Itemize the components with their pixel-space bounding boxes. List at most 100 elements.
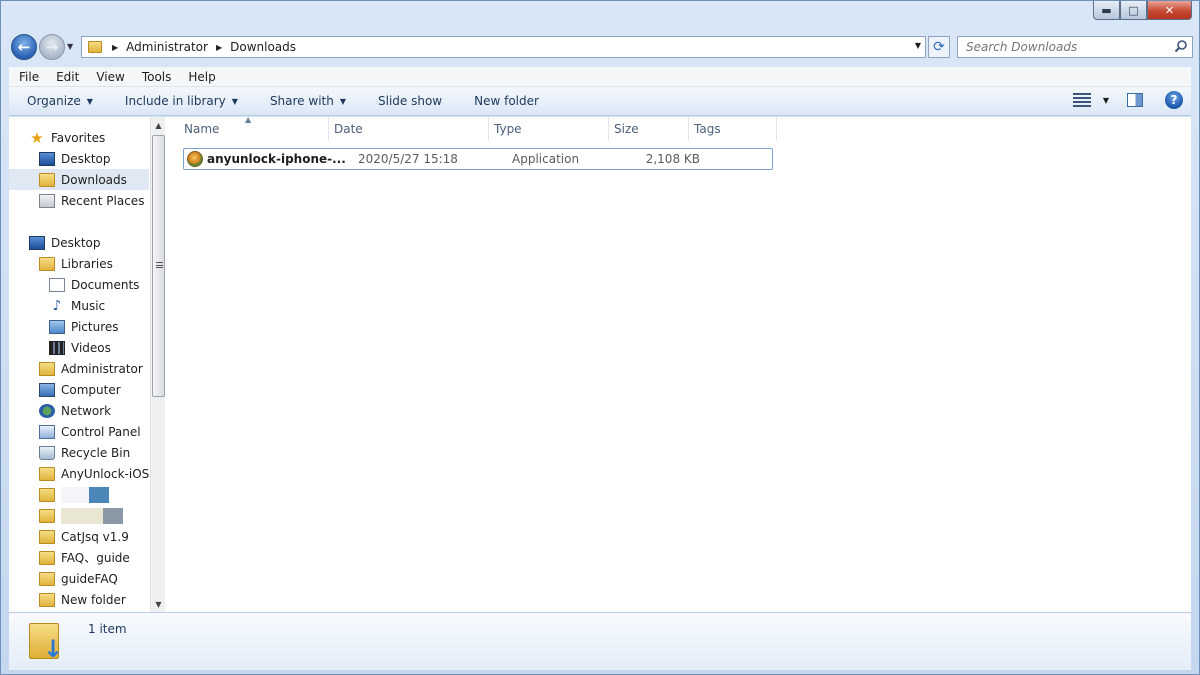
nav-favorites[interactable]: ★ Favorites bbox=[9, 127, 149, 148]
scrollbar-thumb[interactable] bbox=[152, 135, 165, 397]
back-button[interactable]: ← bbox=[11, 34, 37, 60]
star-icon: ★ bbox=[30, 128, 44, 147]
maximize-button[interactable]: □ bbox=[1120, 1, 1147, 20]
preview-pane-icon[interactable] bbox=[1127, 93, 1143, 107]
folder-icon bbox=[39, 592, 55, 607]
view-options-dropdown-icon[interactable]: ▼ bbox=[1103, 96, 1109, 105]
nav-folder-catjsq[interactable]: CatJsq v1.9 bbox=[9, 526, 149, 547]
nav-item-label: guideFAQ bbox=[61, 571, 118, 586]
share-with-button[interactable]: Share with ▼ bbox=[252, 94, 360, 108]
refresh-icon: ⟳ bbox=[933, 39, 945, 55]
refresh-button[interactable]: ⟳ bbox=[928, 36, 950, 58]
folder-icon bbox=[39, 508, 55, 523]
pictures-icon bbox=[49, 319, 65, 334]
help-icon[interactable]: ? bbox=[1165, 91, 1183, 109]
nav-favorite-desktop[interactable]: Desktop bbox=[9, 148, 149, 169]
nav-item-label: Downloads bbox=[61, 172, 127, 187]
change-view-icon[interactable] bbox=[1072, 93, 1091, 107]
nav-libraries[interactable]: Libraries bbox=[9, 253, 149, 274]
nav-desktop[interactable]: Desktop bbox=[9, 232, 149, 253]
column-header-name[interactable]: ▲ Name bbox=[179, 115, 329, 141]
nav-favorite-downloads[interactable]: Downloads bbox=[9, 169, 149, 190]
search-icon[interactable] bbox=[1174, 39, 1188, 53]
details-pane: ↓ 1 item bbox=[9, 612, 1191, 670]
search-box[interactable] bbox=[957, 36, 1193, 58]
column-header-label: Size bbox=[614, 122, 639, 136]
column-header-label: Type bbox=[494, 122, 522, 136]
nav-control-panel[interactable]: Control Panel bbox=[9, 421, 149, 442]
nav-network[interactable]: Network bbox=[9, 400, 149, 421]
nav-folder-anyunlock[interactable]: AnyUnlock-iOS P bbox=[9, 463, 149, 484]
nav-folder-redacted-2[interactable] bbox=[9, 505, 149, 526]
nav-computer[interactable]: Computer bbox=[9, 379, 149, 400]
nav-item-label: Recycle Bin bbox=[61, 445, 131, 460]
nav-favorite-recent-places[interactable]: Recent Places bbox=[9, 190, 149, 211]
nav-item-label: Control Panel bbox=[61, 424, 141, 439]
nav-item-label: CatJsq v1.9 bbox=[61, 529, 129, 544]
include-in-library-button[interactable]: Include in library ▼ bbox=[107, 94, 252, 108]
item-count: 1 item bbox=[88, 622, 127, 636]
column-header-size[interactable]: Size bbox=[609, 117, 689, 141]
nav-videos[interactable]: Videos bbox=[9, 337, 149, 358]
nav-folder-guidefaq[interactable]: guideFAQ bbox=[9, 568, 149, 589]
menu-help[interactable]: Help bbox=[178, 70, 222, 84]
scroll-up-icon[interactable]: ▲ bbox=[151, 117, 165, 133]
nav-folder-faq-guide[interactable]: FAQ、guide bbox=[9, 547, 149, 568]
recent-places-icon bbox=[39, 193, 55, 208]
search-input[interactable] bbox=[966, 37, 1166, 57]
nav-item-label: Recent Places bbox=[61, 193, 145, 208]
column-header-type[interactable]: Type bbox=[489, 117, 609, 141]
nav-pane-scrollbar[interactable]: ▲ ▼ bbox=[150, 117, 165, 612]
breadcrumb-downloads[interactable]: Downloads bbox=[230, 40, 296, 54]
organize-button[interactable]: Organize ▼ bbox=[9, 94, 107, 108]
nav-music[interactable]: ♪ Music bbox=[9, 295, 149, 316]
forward-button[interactable]: → bbox=[39, 34, 65, 60]
navigation-pane: ★ Favorites Desktop Downloads Recent Pla… bbox=[9, 117, 165, 612]
nav-item-label: New folder bbox=[61, 592, 126, 607]
desktop-icon bbox=[39, 151, 55, 166]
nav-item-label: Documents bbox=[71, 277, 140, 292]
breadcrumb-administrator[interactable]: Administrator bbox=[126, 40, 208, 54]
close-button[interactable]: ✕ bbox=[1147, 1, 1192, 20]
column-header-tags[interactable]: Tags bbox=[689, 117, 777, 141]
nav-item-label: Network bbox=[61, 403, 112, 418]
recent-pages-dropdown[interactable]: ▼ bbox=[67, 42, 73, 51]
view-controls: ▼ ? bbox=[1072, 91, 1183, 109]
chevron-right-icon[interactable]: ▶ bbox=[112, 43, 118, 52]
chevron-down-icon: ▼ bbox=[231, 96, 238, 106]
slide-show-button[interactable]: Slide show bbox=[360, 94, 456, 108]
address-row: ← → ▼ ▶ Administrator ▶ Downloads ▼ ⟳ bbox=[9, 32, 1193, 62]
scroll-down-icon[interactable]: ▼ bbox=[151, 596, 165, 612]
menu-edit[interactable]: Edit bbox=[46, 70, 86, 84]
nav-documents[interactable]: Documents bbox=[9, 274, 149, 295]
menu-bar: File Edit View Tools Help bbox=[9, 67, 1191, 87]
menu-tools[interactable]: Tools bbox=[132, 70, 179, 84]
address-dropdown-icon[interactable]: ▼ bbox=[915, 41, 921, 50]
menu-view[interactable]: View bbox=[86, 70, 131, 84]
nav-pictures[interactable]: Pictures bbox=[9, 316, 149, 337]
new-folder-label: New folder bbox=[474, 94, 539, 108]
nav-folder-redacted-1[interactable] bbox=[9, 484, 149, 505]
forward-arrow-icon: → bbox=[45, 38, 59, 56]
nav-item-label: Music bbox=[71, 298, 106, 313]
videos-icon bbox=[49, 340, 65, 355]
redacted-label bbox=[89, 486, 109, 503]
file-list-pane: ▲ Name Date Type Size Tags anyunlock-iph… bbox=[167, 115, 1191, 612]
new-folder-button[interactable]: New folder bbox=[456, 94, 553, 108]
navigation-tree: ★ Favorites Desktop Downloads Recent Pla… bbox=[9, 127, 149, 610]
nav-administrator[interactable]: Administrator bbox=[9, 358, 149, 379]
address-bar[interactable]: ▶ Administrator ▶ Downloads ▼ bbox=[81, 36, 926, 58]
nav-recycle-bin[interactable]: Recycle Bin bbox=[9, 442, 149, 463]
nav-item-label: Pictures bbox=[71, 319, 119, 334]
documents-icon bbox=[49, 277, 65, 292]
chevron-down-icon: ▼ bbox=[86, 96, 93, 106]
downloads-folder-icon: ↓ bbox=[29, 619, 63, 661]
menu-file[interactable]: File bbox=[9, 70, 46, 84]
nav-folder-new-folder[interactable]: New folder bbox=[9, 589, 149, 610]
slide-show-label: Slide show bbox=[378, 94, 443, 108]
redacted-label bbox=[61, 507, 103, 524]
chevron-right-icon[interactable]: ▶ bbox=[216, 43, 222, 52]
minimize-button[interactable]: ▬ bbox=[1093, 1, 1120, 20]
file-row[interactable]: anyunlock-iphone-... 2020/5/27 15:18 App… bbox=[183, 148, 773, 170]
column-header-date[interactable]: Date bbox=[329, 117, 489, 141]
